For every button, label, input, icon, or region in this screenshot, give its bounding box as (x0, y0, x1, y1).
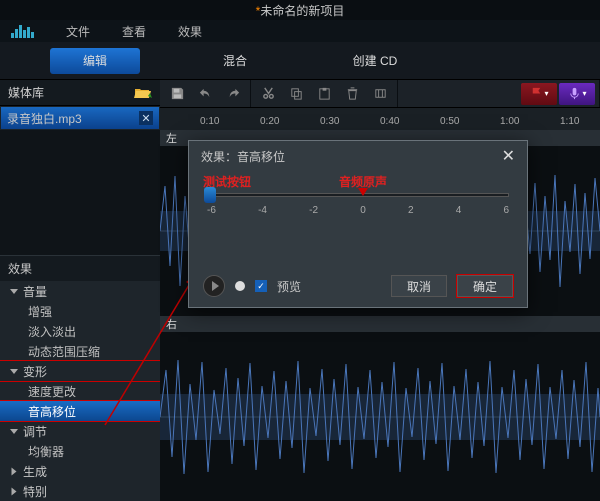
slider-track[interactable] (207, 193, 509, 197)
record-button[interactable]: ▾ (559, 83, 595, 105)
edit-toolbar: ▾ ▾ (160, 80, 600, 108)
zero-marker-icon (358, 188, 368, 196)
media-panel-title: 媒体库 (8, 84, 44, 101)
slider-ticks: -6-4-20246 (207, 205, 509, 216)
effect-cat-adjust[interactable]: 调节 (0, 421, 160, 441)
effect-item-pitch[interactable]: 音高移位 (0, 401, 160, 421)
crop-button[interactable] (367, 83, 393, 105)
media-item-name: 录音独白.mp3 (7, 110, 82, 127)
menu-view[interactable]: 查看 (106, 23, 162, 40)
app-logo-icon (0, 20, 50, 42)
paste-button[interactable] (311, 83, 337, 105)
delete-button[interactable] (339, 83, 365, 105)
titlebar: *未命名的新项目 (0, 0, 600, 20)
channel-right-label: 右 (160, 316, 600, 332)
preview-label: 预览 (277, 278, 301, 295)
effect-item-fade[interactable]: 淡入淡出 (0, 321, 160, 341)
tab-mix[interactable]: 混合 (190, 48, 280, 74)
media-list-empty (0, 130, 160, 255)
effects-panel-title: 效果 (8, 260, 32, 277)
remove-media-icon[interactable]: ✕ (139, 111, 153, 125)
marker-button[interactable]: ▾ (521, 83, 557, 105)
save-button[interactable] (164, 83, 190, 105)
menu-file[interactable]: 文件 (50, 23, 106, 40)
cancel-button[interactable]: 取消 (391, 275, 447, 297)
menubar: 文件 查看 效果 (0, 20, 600, 42)
tab-cd[interactable]: 创建 CD (330, 48, 420, 74)
close-icon[interactable]: ✕ (502, 146, 515, 166)
preview-stop-button[interactable] (235, 281, 245, 291)
time-ruler[interactable]: 0:10 0:20 0:30 0:40 0:50 1:00 1:10 (160, 108, 600, 130)
undo-button[interactable] (192, 83, 218, 105)
cut-button[interactable] (255, 83, 281, 105)
menu-effect[interactable]: 效果 (162, 23, 218, 40)
media-item[interactable]: 录音独白.mp3 ✕ (1, 107, 159, 129)
effect-cat-special[interactable]: 特别 (0, 481, 160, 501)
preview-play-button[interactable] (203, 275, 225, 297)
effect-item-eq[interactable]: 均衡器 (0, 441, 160, 461)
tab-edit[interactable]: 编辑 (50, 48, 140, 74)
project-title: *未命名的新项目 (256, 2, 345, 19)
effect-item-enhance[interactable]: 增强 (0, 301, 160, 321)
effect-item-speed[interactable]: 速度更改 (0, 381, 160, 401)
pitch-slider[interactable]: -6-4-20246 (189, 171, 527, 216)
dialog-titlebar[interactable]: 效果：音高移位 ✕ (189, 141, 527, 171)
effects-tree: 音量 增强 淡入淡出 动态范围压缩 变形 速度更改 音高移位 调节 均衡器 生成… (0, 281, 160, 501)
ok-button[interactable]: 确定 (457, 275, 513, 297)
mode-tabs: 编辑 混合 创建 CD (0, 42, 600, 80)
pitch-shift-dialog: 效果：音高移位 ✕ 测试按钮 音频原声 -6-4-20246 ✓ 预览 取消 确… (188, 140, 528, 308)
redo-button[interactable] (220, 83, 246, 105)
media-panel-header: 媒体库 (0, 80, 160, 106)
dialog-title: 效果：音高移位 (201, 148, 285, 165)
effect-cat-transform[interactable]: 变形 (0, 361, 160, 381)
preview-checkbox[interactable]: ✓ (255, 280, 267, 292)
sidebar: 媒体库 录音独白.mp3 ✕ 效果 音量 增强 淡入淡出 动态范围压缩 变形 速… (0, 80, 160, 501)
slider-thumb[interactable] (204, 187, 216, 203)
copy-button[interactable] (283, 83, 309, 105)
open-folder-icon[interactable] (134, 86, 152, 100)
waveform-right[interactable] (160, 332, 600, 501)
effect-cat-volume[interactable]: 音量 (0, 281, 160, 301)
effect-item-compress[interactable]: 动态范围压缩 (0, 341, 160, 361)
effects-panel-header: 效果 (0, 255, 160, 281)
effect-cat-generate[interactable]: 生成 (0, 461, 160, 481)
